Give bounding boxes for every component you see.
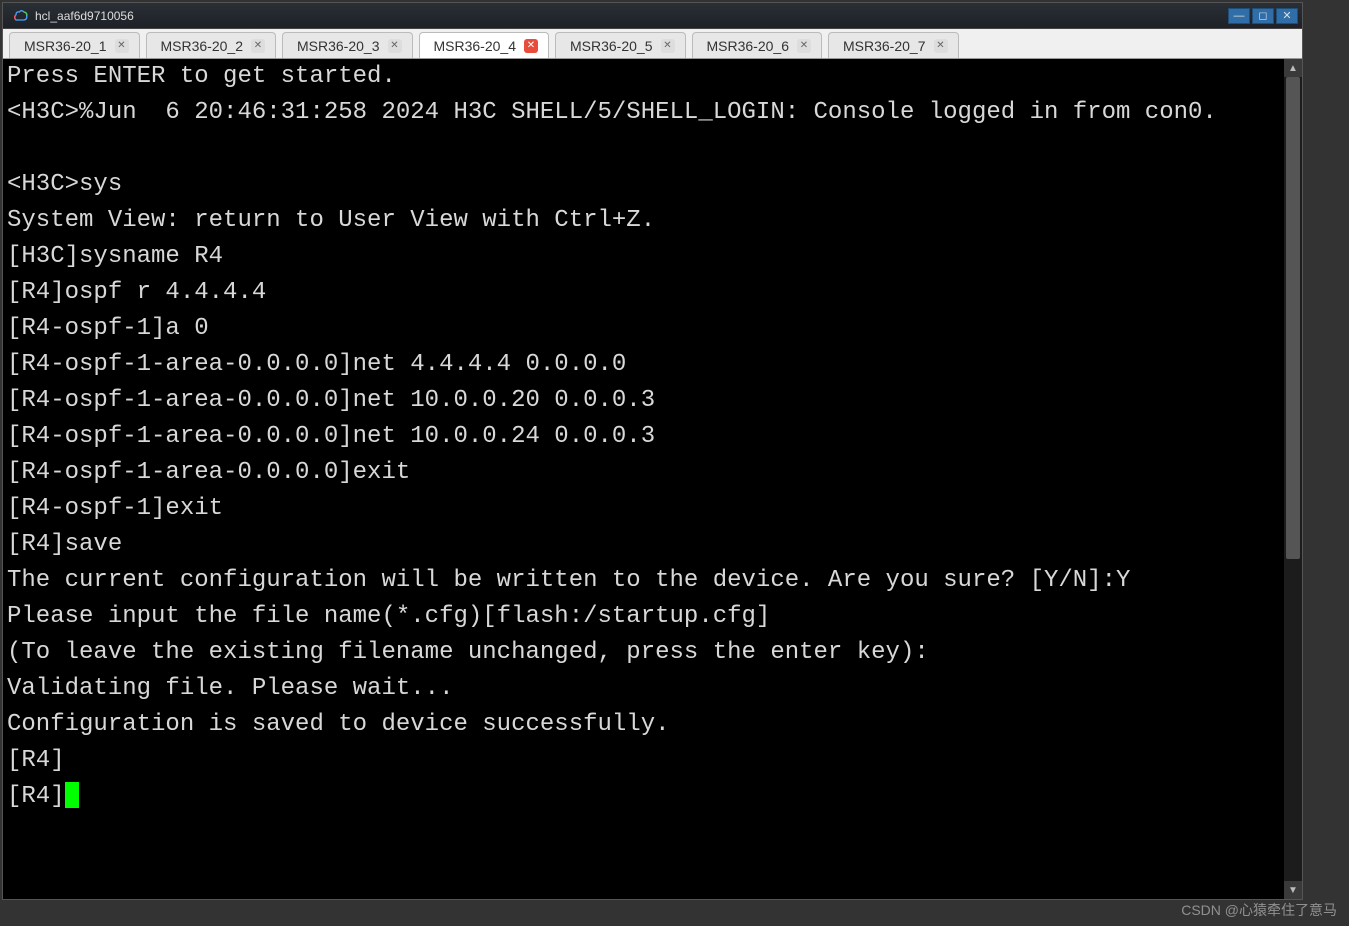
terminal-cursor [65,782,79,808]
tab-MSR36-20_7[interactable]: MSR36-20_7 ✕ [828,32,959,58]
tab-close-icon[interactable]: ✕ [934,39,948,53]
tab-close-icon[interactable]: ✕ [524,39,538,53]
titlebar: hcl_aaf6d9710056 — ◻ ✕ [3,3,1302,29]
terminal-area: Press ENTER to get started. <H3C>%Jun 6 … [3,59,1302,899]
tab-label: MSR36-20_6 [707,38,790,54]
tab-close-icon[interactable]: ✕ [251,39,265,53]
tab-MSR36-20_4[interactable]: MSR36-20_4 ✕ [419,32,550,58]
scroll-down-button[interactable]: ▼ [1284,881,1302,899]
tab-strip: MSR36-20_1✕MSR36-20_2✕MSR36-20_3✕MSR36-2… [3,29,1302,59]
tab-close-icon[interactable]: ✕ [661,39,675,53]
app-logo-icon [11,7,29,25]
tab-label: MSR36-20_7 [843,38,926,54]
tab-label: MSR36-20_5 [570,38,653,54]
window-title: hcl_aaf6d9710056 [35,9,134,23]
tab-MSR36-20_5[interactable]: MSR36-20_5 ✕ [555,32,686,58]
tab-MSR36-20_3[interactable]: MSR36-20_3 ✕ [282,32,413,58]
tab-MSR36-20_6[interactable]: MSR36-20_6 ✕ [692,32,823,58]
maximize-button[interactable]: ◻ [1252,8,1274,24]
scroll-track[interactable] [1284,77,1302,881]
minimize-button[interactable]: — [1228,8,1250,24]
scroll-up-button[interactable]: ▲ [1284,59,1302,77]
scroll-thumb[interactable] [1286,77,1300,559]
tab-MSR36-20_2[interactable]: MSR36-20_2 ✕ [146,32,277,58]
terminal-output[interactable]: Press ENTER to get started. <H3C>%Jun 6 … [3,59,1284,899]
close-button[interactable]: ✕ [1276,8,1298,24]
tab-label: MSR36-20_1 [24,38,107,54]
tab-close-icon[interactable]: ✕ [115,39,129,53]
tab-close-icon[interactable]: ✕ [388,39,402,53]
tab-label: MSR36-20_2 [161,38,244,54]
tab-label: MSR36-20_4 [434,38,517,54]
app-window: hcl_aaf6d9710056 — ◻ ✕ MSR36-20_1✕MSR36-… [2,2,1303,900]
tab-label: MSR36-20_3 [297,38,380,54]
tab-close-icon[interactable]: ✕ [797,39,811,53]
vertical-scrollbar[interactable]: ▲ ▼ [1284,59,1302,899]
watermark-text: CSDN @心猿牵住了意马 [1181,900,1337,920]
tab-MSR36-20_1[interactable]: MSR36-20_1 ✕ [9,32,140,58]
